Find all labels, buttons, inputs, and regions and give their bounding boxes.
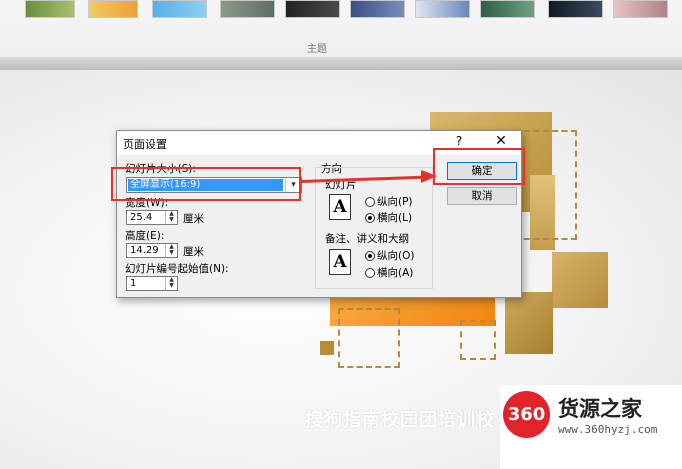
theme-thumbnail[interactable] [480,0,535,18]
height-value: 14.29 [130,245,159,256]
gold-square [505,292,553,354]
radio-selected-icon [365,212,375,223]
theme-thumbnail[interactable] [285,0,340,18]
height-spinner[interactable]: 14.29 ▲ ▼ [126,243,178,258]
notes-portrait-radio[interactable]: 纵向(O) [365,248,414,263]
width-spinner[interactable]: 25.4 ▲ ▼ [126,210,178,225]
theme-thumbnail[interactable] [152,0,207,18]
slides-landscape-label: 横向(L) [377,212,413,224]
page-orientation-icon: A [329,249,351,275]
notes-landscape-label: 横向(A) [377,267,414,279]
highlight-ok-button [433,148,525,185]
theme-thumbnail[interactable] [350,0,405,18]
slide-caption: 搜狗指南校园团培训校 [305,410,495,431]
radio-icon [365,196,375,207]
cancel-button[interactable]: 取消 [447,187,517,205]
dashed-frame [338,308,400,368]
notes-portrait-label: 纵向(O) [377,250,415,262]
start-number-spinner[interactable]: 1 ▲ ▼ [126,276,178,291]
ribbon: 主题 [0,0,682,70]
watermark-url: www.360hyzj.com [558,423,658,436]
watermark-logo: 360 货源之家 www.360hyzj.com [500,385,682,469]
start-number-value: 1 [130,278,137,289]
notes-landscape-radio[interactable]: 横向(A) [365,265,413,280]
dialog-title: 页面设置 [123,138,167,151]
spin-arrows-icon[interactable]: ▲ ▼ [165,211,177,224]
theme-gallery [0,0,682,20]
highlight-slide-size [111,167,301,201]
dashed-frame [460,320,496,360]
spin-arrows-icon[interactable]: ▲ ▼ [165,244,177,257]
height-label: 高度(E): [125,230,165,242]
notes-group-label: 备注、讲义和大纲 [325,233,409,245]
height-unit: 厘米 [183,246,204,258]
start-number-label: 幻灯片编号起始值(N): [125,263,229,275]
page-orientation-icon: A [329,194,351,220]
watermark-name: 货源之家 [558,397,642,421]
slides-landscape-radio[interactable]: 横向(L) [365,210,412,225]
slides-portrait-label: 纵向(P) [377,196,413,208]
theme-thumbnail[interactable] [25,0,75,18]
ribbon-bottom-border [0,57,682,70]
theme-thumbnail[interactable] [220,0,275,18]
theme-thumbnail[interactable] [613,0,668,18]
spin-arrows-icon[interactable]: ▲ ▼ [165,277,177,290]
theme-thumbnail[interactable] [88,0,138,18]
theme-thumbnail[interactable] [548,0,603,18]
radio-icon [365,267,375,278]
small-square [320,341,334,355]
width-unit: 厘米 [183,213,204,225]
width-value: 25.4 [130,212,153,223]
gold-square [552,252,608,308]
theme-thumbnail[interactable] [415,0,470,18]
slides-portrait-radio[interactable]: 纵向(P) [365,194,413,209]
radio-selected-icon [365,250,375,261]
arrow-head-icon [421,170,437,183]
ribbon-group-label: 主题 [307,44,327,55]
badge-360: 360 [503,391,550,438]
